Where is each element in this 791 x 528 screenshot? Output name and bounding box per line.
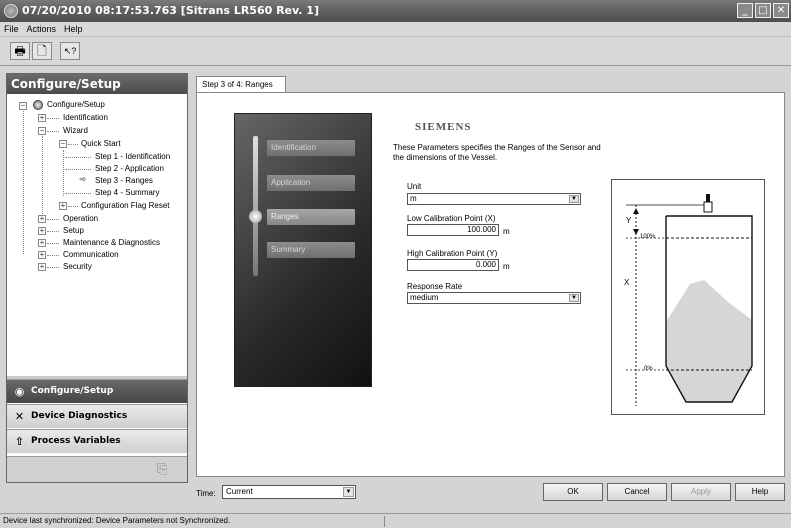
print-preview-icon[interactable]: 🗋	[32, 42, 52, 60]
nav-button-process-variables[interactable]: ⇧ Process Variables	[7, 429, 187, 453]
siemens-logo: SIEMENS	[415, 121, 472, 133]
nav-button-label: Process Variables	[31, 436, 121, 446]
diagram-label-100: 100%	[640, 234, 656, 240]
close-button[interactable]: ✕	[773, 3, 789, 18]
window-title: 07/20/2010 08:17:53.763 [Sitrans LR560 R…	[22, 4, 319, 17]
status-text: Device last synchronized: Device Paramet…	[3, 516, 231, 525]
help-pointer-icon[interactable]: ↖?	[60, 42, 80, 60]
diagram-label-x: X	[624, 278, 630, 287]
configure-icon: ◉	[14, 385, 25, 398]
unit-select[interactable]: m ▼	[407, 193, 581, 205]
tree-expand-security[interactable]: +	[38, 263, 46, 271]
chevron-down-icon[interactable]: ▼	[343, 487, 354, 497]
wizard-content: Identification Application Ranges Summar…	[196, 92, 785, 477]
low-calibration-input[interactable]: 100.000	[407, 224, 499, 236]
configuration-tree: − Configure/Setup + Identification − Wiz…	[7, 94, 187, 376]
wizard-step-summary: Summary	[267, 242, 355, 258]
tree-expand-communication[interactable]: +	[38, 251, 46, 259]
current-step-arrow-icon: ➾	[79, 174, 87, 184]
wizard-progress-knob-icon	[249, 210, 262, 223]
tree-item-step-1[interactable]: Step 1 - Identification	[95, 151, 170, 163]
response-rate-value: medium	[410, 293, 439, 302]
help-button[interactable]: Help	[735, 483, 785, 501]
nav-footer: ⎘	[7, 456, 187, 482]
tree-item-step-3[interactable]: Step 3 - Ranges	[95, 175, 153, 187]
apply-button[interactable]: Apply	[671, 483, 731, 501]
tree-item-configuration-flag-reset[interactable]: Configuration Flag Reset	[81, 200, 170, 212]
app-icon	[4, 4, 18, 18]
nav-button-label: Configure/Setup	[31, 386, 114, 396]
diagram-label-y: Y	[626, 216, 632, 225]
wizard-progress-panel: Identification Application Ranges Summar…	[234, 113, 372, 387]
nav-button-configure-setup[interactable]: ◉ Configure/Setup	[7, 379, 187, 403]
status-bar: Device last synchronized: Device Paramet…	[0, 513, 791, 528]
tab-step-3-ranges[interactable]: Step 3 of 4: Ranges	[196, 76, 286, 92]
wizard-step-ranges: Ranges	[267, 209, 355, 225]
tree-item-operation[interactable]: Operation	[63, 213, 98, 225]
wizard-track	[253, 136, 258, 276]
tree-item-communication[interactable]: Communication	[63, 249, 119, 261]
tree-item-step-2[interactable]: Step 2 - Application	[95, 163, 164, 175]
tree-collapse-quick-start[interactable]: −	[59, 140, 67, 148]
process-variables-icon: ⇧	[14, 435, 25, 448]
tree-item-quick-start[interactable]: Quick Start	[81, 138, 121, 150]
tools-icon: ✕	[14, 410, 25, 423]
vessel-drawing	[626, 194, 753, 406]
menu-file[interactable]: File	[4, 24, 19, 34]
tree-item-security[interactable]: Security	[63, 261, 92, 273]
time-value: Current	[226, 487, 253, 496]
cancel-button[interactable]: Cancel	[607, 483, 667, 501]
tree-expand-maintenance[interactable]: +	[38, 239, 46, 247]
toolbar: 🖶 🗋 ↖?	[0, 36, 791, 66]
title-bar[interactable]: 07/20/2010 08:17:53.763 [Sitrans LR560 R…	[0, 0, 791, 22]
tree-expand-config-flag-reset[interactable]: +	[59, 202, 67, 210]
nav-pane-title: Configure/Setup	[7, 74, 187, 94]
maximize-button[interactable]: □	[755, 3, 771, 18]
status-separator	[384, 516, 385, 527]
wizard-step-identification: Identification	[267, 140, 355, 156]
high-calibration-input[interactable]: 0.000	[407, 259, 499, 271]
vessel-diagram: Y 100% X 0%	[611, 179, 765, 415]
unit-value: m	[410, 194, 417, 203]
printer-icon[interactable]: 🖶	[10, 42, 30, 60]
tree-item-setup[interactable]: Setup	[63, 225, 84, 237]
window-controls: _ □ ✕	[737, 3, 789, 18]
unit-label: Unit	[407, 182, 422, 191]
tree-item-wizard[interactable]: Wizard	[63, 125, 88, 137]
low-calibration-unit: m	[503, 227, 510, 236]
time-select[interactable]: Current ▼	[222, 485, 356, 499]
tree-collapse-root[interactable]: −	[19, 102, 27, 110]
tree-expand-operation[interactable]: +	[38, 215, 46, 223]
nav-button-label: Device Diagnostics	[31, 411, 128, 421]
tree-item-identification[interactable]: Identification	[63, 112, 108, 124]
navigation-pane: Configure/Setup − Configure/Setup + Iden…	[6, 73, 188, 483]
tree-item-maintenance-diagnostics[interactable]: Maintenance & Diagnostics	[63, 237, 160, 249]
tree-collapse-wizard[interactable]: −	[38, 127, 46, 135]
nav-config-icon[interactable]: ⎘	[157, 461, 167, 477]
diagram-label-0: 0%	[644, 366, 653, 372]
tree-item-configure-setup[interactable]: Configure/Setup	[47, 99, 105, 111]
time-label: Time:	[196, 489, 216, 498]
menu-bar: File Actions Help	[0, 22, 791, 36]
nav-button-device-diagnostics[interactable]: ✕ Device Diagnostics	[7, 404, 187, 428]
configure-tree-icon	[33, 100, 43, 110]
response-rate-select[interactable]: medium ▼	[407, 292, 581, 304]
chevron-down-icon[interactable]: ▼	[569, 195, 579, 203]
step-description: These Parameters specifies the Ranges of…	[393, 143, 601, 162]
tree-item-step-4[interactable]: Step 4 - Summary	[95, 187, 159, 199]
menu-actions[interactable]: Actions	[27, 24, 57, 34]
high-calibration-unit: m	[503, 262, 510, 271]
high-calibration-label: High Calibration Point (Y)	[407, 249, 498, 258]
low-calibration-label: Low Calibration Point (X)	[407, 214, 496, 223]
menu-help[interactable]: Help	[64, 24, 83, 34]
tree-expand-setup[interactable]: +	[38, 227, 46, 235]
chevron-down-icon[interactable]: ▼	[569, 294, 579, 302]
tree-expand-identification[interactable]: +	[38, 114, 46, 122]
minimize-button[interactable]: _	[737, 3, 753, 18]
ok-button[interactable]: OK	[543, 483, 603, 501]
wizard-step-application: Application	[267, 175, 355, 191]
response-rate-label: Response Rate	[407, 282, 463, 291]
